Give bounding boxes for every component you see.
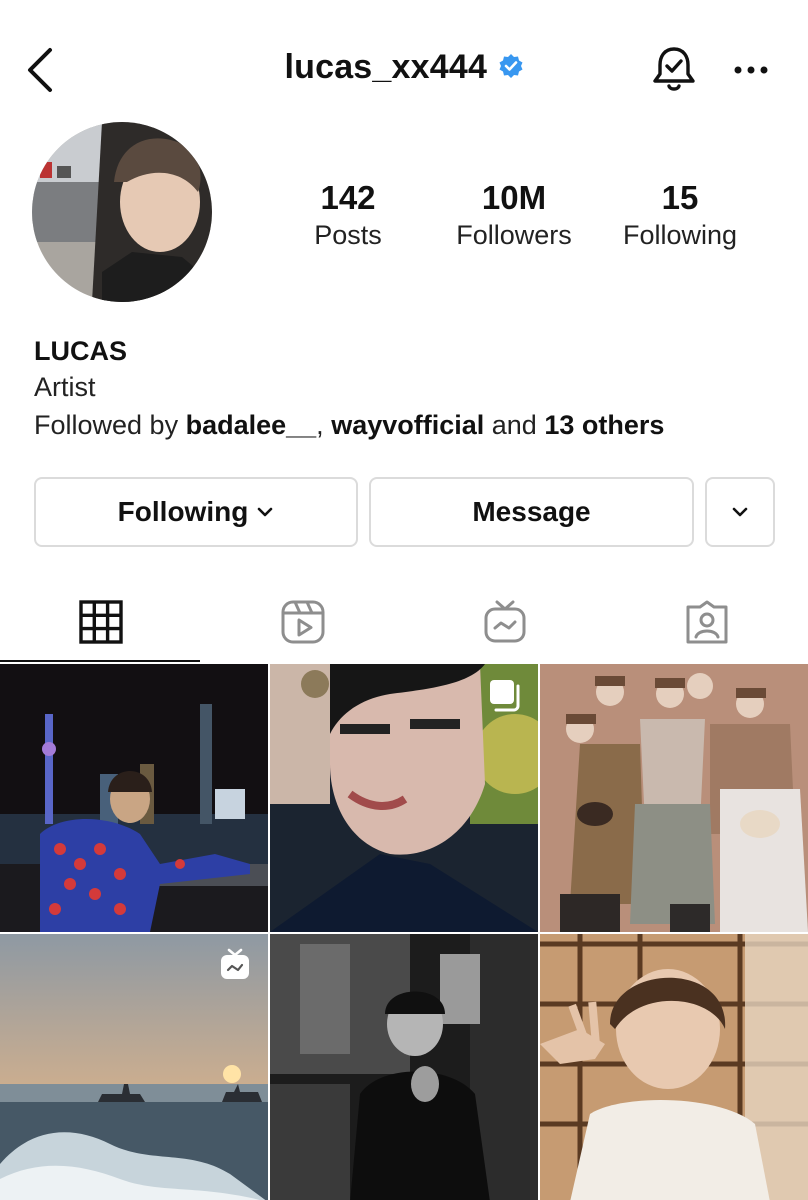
chevron-down-icon	[732, 507, 748, 517]
suggested-accounts-button[interactable]	[705, 477, 775, 547]
tab-igtv[interactable]	[404, 580, 606, 664]
tagged-icon	[686, 600, 728, 644]
following-button[interactable]: Following	[34, 477, 358, 547]
stat-followers[interactable]: 10M Followers	[431, 178, 597, 258]
notification-bell-icon[interactable]	[650, 44, 698, 94]
stat-label: Followers	[456, 220, 572, 250]
igtv-badge-icon	[221, 948, 249, 979]
stat-value: 142	[320, 179, 376, 216]
post-image	[270, 934, 538, 1200]
igtv-icon	[484, 600, 526, 643]
stat-following[interactable]: 15 Following	[597, 178, 763, 258]
more-horizontal-icon[interactable]	[730, 55, 772, 85]
stat-posts[interactable]: 142 Posts	[265, 178, 431, 258]
post-thumbnail[interactable]	[540, 934, 808, 1200]
profile-stats: 142 Posts 10M Followers 15 Following	[265, 178, 775, 258]
stat-value: 10M	[481, 179, 547, 216]
followed-user: badalee__	[185, 410, 317, 440]
following-button-label: Following	[117, 496, 249, 527]
post-image	[540, 934, 808, 1200]
grid-icon	[79, 600, 123, 644]
account-category: Artist	[34, 372, 96, 402]
posts-grid	[0, 664, 808, 1200]
tab-tagged[interactable]	[606, 580, 808, 664]
post-thumbnail[interactable]	[270, 664, 538, 932]
followed-user: wayvofficial	[331, 410, 485, 440]
profile-avatar[interactable]	[32, 122, 212, 302]
post-thumbnail[interactable]	[270, 934, 538, 1200]
chevron-down-icon	[258, 507, 273, 517]
profile-header: lucas_xx444	[0, 0, 808, 130]
reels-icon	[281, 600, 325, 644]
post-image	[540, 664, 808, 932]
stat-label: Posts	[314, 220, 382, 250]
message-button-label: Message	[472, 496, 591, 527]
username: lucas_xx444	[284, 48, 488, 86]
followed-separator: ,	[316, 410, 332, 440]
stat-value: 15	[661, 179, 699, 216]
profile-tabs	[0, 580, 808, 664]
followed-by-line[interactable]: Followed by badalee__, wayvofficial and …	[34, 406, 794, 444]
display-name: LUCAS	[34, 336, 127, 366]
post-thumbnail[interactable]	[0, 934, 268, 1200]
followed-others: 13 others	[544, 410, 665, 440]
stat-label: Following	[622, 220, 738, 250]
followed-prefix: Followed by	[34, 410, 186, 440]
followed-and: and	[484, 410, 545, 440]
tab-reels[interactable]	[202, 580, 404, 664]
carousel-badge-icon	[490, 680, 520, 712]
post-image	[0, 664, 268, 932]
message-button[interactable]: Message	[369, 477, 694, 547]
profile-bio: LUCAS Artist Followed by badalee__, wayv…	[34, 334, 794, 444]
post-thumbnail[interactable]	[540, 664, 808, 932]
post-thumbnail[interactable]	[0, 664, 268, 932]
tab-posts-grid[interactable]	[0, 580, 202, 664]
verified-badge-icon	[499, 53, 523, 78]
